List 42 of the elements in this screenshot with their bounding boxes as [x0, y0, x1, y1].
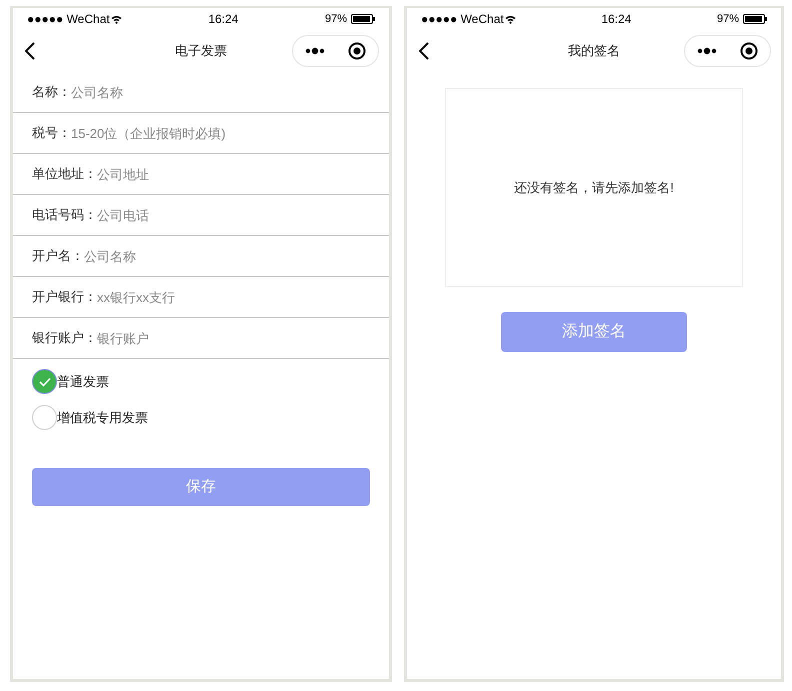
back-icon[interactable]	[419, 42, 429, 60]
input-field[interactable]: 公司名称	[71, 80, 389, 104]
wifi-icon	[110, 14, 122, 24]
more-icon[interactable]	[696, 47, 717, 55]
close-icon[interactable]	[348, 42, 366, 60]
field-label: 电话号码：	[32, 206, 97, 224]
input-field[interactable]: 银行账户	[97, 326, 389, 350]
wifi-icon	[504, 14, 516, 24]
field-label: 开户名：	[32, 247, 84, 266]
page-title: 电子发票	[175, 42, 227, 60]
field-label: 税号：	[32, 124, 71, 142]
clock-text: 16:24	[208, 11, 238, 28]
radio-label: 普通发票	[57, 372, 109, 391]
back-icon[interactable]	[25, 42, 35, 60]
field-label: 开户银行：	[32, 288, 97, 306]
capsule-menu[interactable]	[684, 35, 771, 67]
battery-icon	[351, 14, 375, 24]
carrier-text: ●●●●● WeChat	[27, 11, 110, 28]
radio-button[interactable]	[32, 369, 57, 394]
battery-text: 97%	[716, 12, 739, 27]
input-field[interactable]: 15-20位（企业报销时必填)	[71, 121, 389, 145]
add-signature-button[interactable]: 添加签名	[501, 312, 687, 352]
battery-icon	[743, 14, 767, 24]
capsule-menu[interactable]	[292, 35, 379, 67]
page-title: 我的签名	[568, 42, 620, 60]
clock-text: 16:24	[601, 11, 632, 28]
check-icon	[38, 376, 50, 386]
radio-button[interactable]	[32, 405, 57, 430]
save-button[interactable]: 保存	[32, 468, 370, 506]
radio-label: 增值税专用发票	[57, 408, 148, 427]
input-field[interactable]: xx银行xx支行	[97, 285, 389, 309]
field-label: 银行账户：	[32, 329, 97, 348]
input-field[interactable]: 公司地址	[97, 162, 389, 186]
more-icon[interactable]	[304, 47, 325, 55]
empty-message: 还没有签名，请先添加签名!	[514, 178, 674, 197]
input-field[interactable]: 公司名称	[84, 244, 389, 268]
battery-text: 97%	[324, 12, 347, 27]
field-label: 单位地址：	[32, 165, 97, 184]
input-field[interactable]: 公司电话	[97, 203, 389, 227]
close-icon[interactable]	[740, 42, 758, 60]
field-label: 名称：	[32, 83, 71, 102]
carrier-text: ●●●●● WeChat	[421, 11, 504, 28]
